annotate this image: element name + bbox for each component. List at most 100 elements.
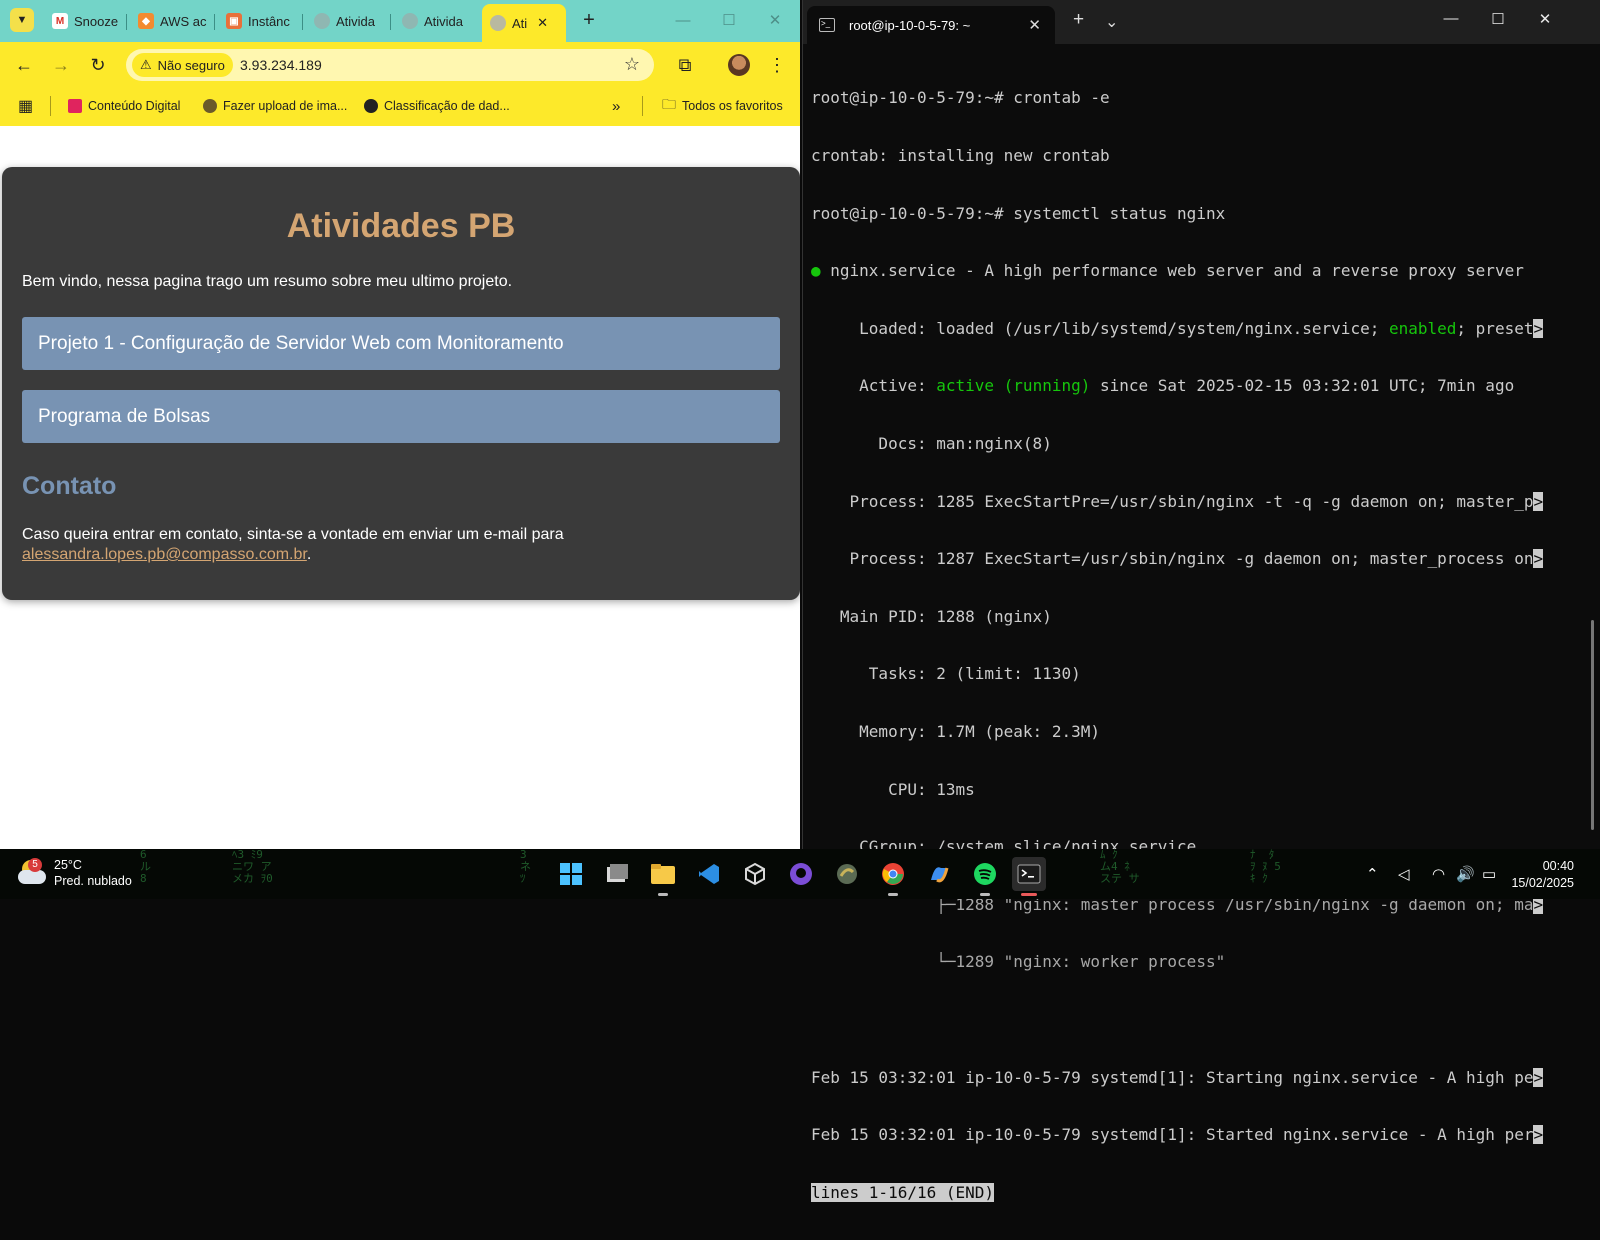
- clock-date: 15/02/2025: [1511, 876, 1574, 890]
- folder-icon: 🗀: [662, 96, 676, 112]
- terminal-line: root@ip-10-0-5-79:~# crontab -e: [811, 88, 1110, 108]
- menu-icon[interactable]: ⋮: [764, 52, 790, 78]
- tab-label: AWS ac: [160, 13, 207, 29]
- status-bullet-icon: ●: [811, 261, 821, 281]
- contact-heading: Contato: [22, 472, 117, 500]
- weather-desc: Pred. nublado: [54, 874, 132, 888]
- spotify-icon[interactable]: [968, 857, 1002, 896]
- tab-atividades-1[interactable]: Ativida: [306, 6, 388, 36]
- new-tab-button[interactable]: +: [576, 8, 602, 34]
- close-icon[interactable]: ✕: [537, 15, 548, 31]
- minimize-button[interactable]: —: [1436, 10, 1466, 27]
- copilot-icon[interactable]: [922, 857, 956, 891]
- pager-status: lines 1-16/16 (END): [811, 1182, 995, 1202]
- tab-aws[interactable]: ◆ AWS ac: [130, 6, 212, 36]
- matrix-wallpaper: 3 ネ ﾂ: [520, 848, 531, 885]
- active-label: Active:: [811, 376, 937, 396]
- reload-button[interactable]: ↻: [85, 52, 111, 78]
- terminal-line: Feb 15 03:32:01 ip-10-0-5-79 systemd[1]:…: [811, 1125, 1573, 1145]
- globe-icon: [314, 13, 330, 29]
- process-line: Process: 1287 ExecStart=/usr/sbin/nginx …: [811, 549, 1534, 569]
- terminal-line: Process: 1287 ExecStart=/usr/sbin/nginx …: [811, 549, 1573, 569]
- tab-gmail[interactable]: M Snooze: [44, 6, 124, 36]
- bookmark-star-icon[interactable]: ☆: [624, 54, 640, 75]
- overflow-marker: >: [1533, 1125, 1544, 1145]
- tab-instances[interactable]: ▣ Instânc: [218, 6, 300, 36]
- bookmark-favicon-icon: [68, 99, 82, 113]
- bookmark-conteudo-digital[interactable]: Conteúdo Digital: [68, 96, 180, 116]
- close-window-button[interactable]: ✕: [1530, 10, 1560, 28]
- terminal-line: lines 1-16/16 (END): [811, 1182, 1573, 1202]
- service-title: nginx.service - A high performance web s…: [820, 261, 1524, 281]
- matrix-wallpaper: ﾅ ﾀ ｦ ﾇ 5 ｷ ｸ: [1250, 848, 1281, 885]
- chrome-icon[interactable]: [876, 857, 910, 896]
- extensions-icon[interactable]: ⧉: [672, 52, 698, 78]
- terminal-line: Feb 15 03:32:01 ip-10-0-5-79 systemd[1]:…: [811, 1067, 1573, 1087]
- terminal-line: Docs: man:nginx(8): [811, 433, 1052, 453]
- weather-widget[interactable]: 5 25°C Pred. nublado: [18, 857, 132, 889]
- task-view-icon[interactable]: [600, 857, 634, 891]
- log-line: Feb 15 03:32:01 ip-10-0-5-79 systemd[1]:…: [811, 1067, 1534, 1087]
- location-icon[interactable]: ◁: [1398, 865, 1410, 883]
- terminal-line: crontab: installing new crontab: [811, 146, 1110, 165]
- tab-atividades-2[interactable]: Ativida: [394, 6, 476, 36]
- terminal-scrollbar[interactable]: [1591, 620, 1594, 830]
- app-icon[interactable]: [830, 857, 864, 891]
- back-button[interactable]: ←: [11, 52, 37, 78]
- virtualbox-icon[interactable]: [738, 857, 772, 891]
- file-explorer-icon[interactable]: [646, 857, 680, 896]
- show-hidden-icons-chevron-icon[interactable]: ⌃: [1366, 865, 1379, 883]
- new-tab-button[interactable]: +: [1073, 9, 1084, 31]
- minimize-button[interactable]: —: [668, 8, 698, 34]
- bookmark-label: Classificação de dad...: [384, 99, 510, 113]
- bookmarks-overflow-button[interactable]: »: [612, 96, 620, 116]
- contact-email-link[interactable]: alessandra.lopes.pb@compasso.com.br: [22, 546, 307, 563]
- project-item[interactable]: Programa de Bolsas: [22, 390, 780, 443]
- weather-temp: 25°C: [54, 858, 82, 872]
- gmail-icon: M: [52, 13, 68, 29]
- address-bar[interactable]: ⚠ Não seguro 3.93.234.189 ☆: [126, 49, 654, 81]
- volume-icon[interactable]: 🔊: [1456, 865, 1475, 883]
- security-chip[interactable]: ⚠ Não seguro: [132, 53, 233, 77]
- forward-button[interactable]: →: [48, 52, 74, 78]
- all-bookmarks-label: Todos os favoritos: [682, 99, 783, 113]
- tab-label: Ati: [512, 15, 528, 31]
- all-bookmarks-folder[interactable]: 🗀 Todos os favoritos: [662, 96, 783, 116]
- avatar[interactable]: [728, 54, 750, 76]
- content-card: Atividades PB Bem vindo, nessa pagina tr…: [2, 167, 800, 600]
- chevron-down-icon[interactable]: ⌄: [1105, 12, 1118, 32]
- terminal-line: CPU: 13ms: [811, 779, 975, 799]
- cloudy-weather-icon: 5: [18, 858, 46, 886]
- contact-text: Caso queira entrar em contato, sinta-se …: [22, 526, 564, 543]
- terminal-line: ● nginx.service - A high performance web…: [811, 261, 1573, 280]
- maximize-button[interactable]: ☐: [714, 8, 744, 34]
- maximize-button[interactable]: ☐: [1483, 10, 1513, 28]
- log-line: Feb 15 03:32:01 ip-10-0-5-79 systemd[1]:…: [811, 1125, 1534, 1145]
- bookmark-classificacao[interactable]: Classificação de dad...: [364, 96, 510, 116]
- wifi-icon[interactable]: ◠: [1432, 865, 1445, 883]
- close-icon[interactable]: ✕: [1028, 16, 1041, 34]
- aws-icon: ◆: [138, 13, 154, 29]
- start-button[interactable]: [554, 857, 588, 891]
- terminal-app-icon[interactable]: [1012, 857, 1046, 896]
- close-window-button[interactable]: ✕: [760, 8, 790, 34]
- github-icon[interactable]: [784, 857, 818, 891]
- vscode-icon[interactable]: [692, 857, 726, 891]
- preset-text: ; preset: [1456, 318, 1534, 338]
- tab-active[interactable]: Ati ✕: [482, 4, 566, 42]
- tab-search-button[interactable]: ▼: [10, 8, 34, 32]
- terminal-tab[interactable]: >_ root@ip-10-0-5-79: ~ ✕: [807, 6, 1055, 44]
- project-item[interactable]: Projeto 1 - Configuração de Servidor Web…: [22, 317, 780, 370]
- terminal-line: Active: active (running) since Sat 2025-…: [811, 376, 1573, 395]
- apps-icon[interactable]: ▦: [18, 96, 33, 116]
- bookmark-favicon-icon: [203, 99, 217, 113]
- terminal-output[interactable]: root@ip-10-0-5-79:~# crontab -e crontab:…: [811, 50, 1573, 1240]
- system-clock[interactable]: 00:40 15/02/2025: [1511, 858, 1574, 892]
- terminal-line: Main PID: 1288 (nginx): [811, 606, 1052, 626]
- url-text[interactable]: 3.93.234.189: [240, 57, 322, 73]
- terminal-line: Tasks: 2 (limit: 1130): [811, 664, 1081, 684]
- bookmark-fazer-upload[interactable]: Fazer upload de ima...: [203, 96, 347, 116]
- battery-icon[interactable]: ▭: [1482, 865, 1496, 883]
- process-line: Process: 1285 ExecStartPre=/usr/sbin/ngi…: [811, 491, 1534, 511]
